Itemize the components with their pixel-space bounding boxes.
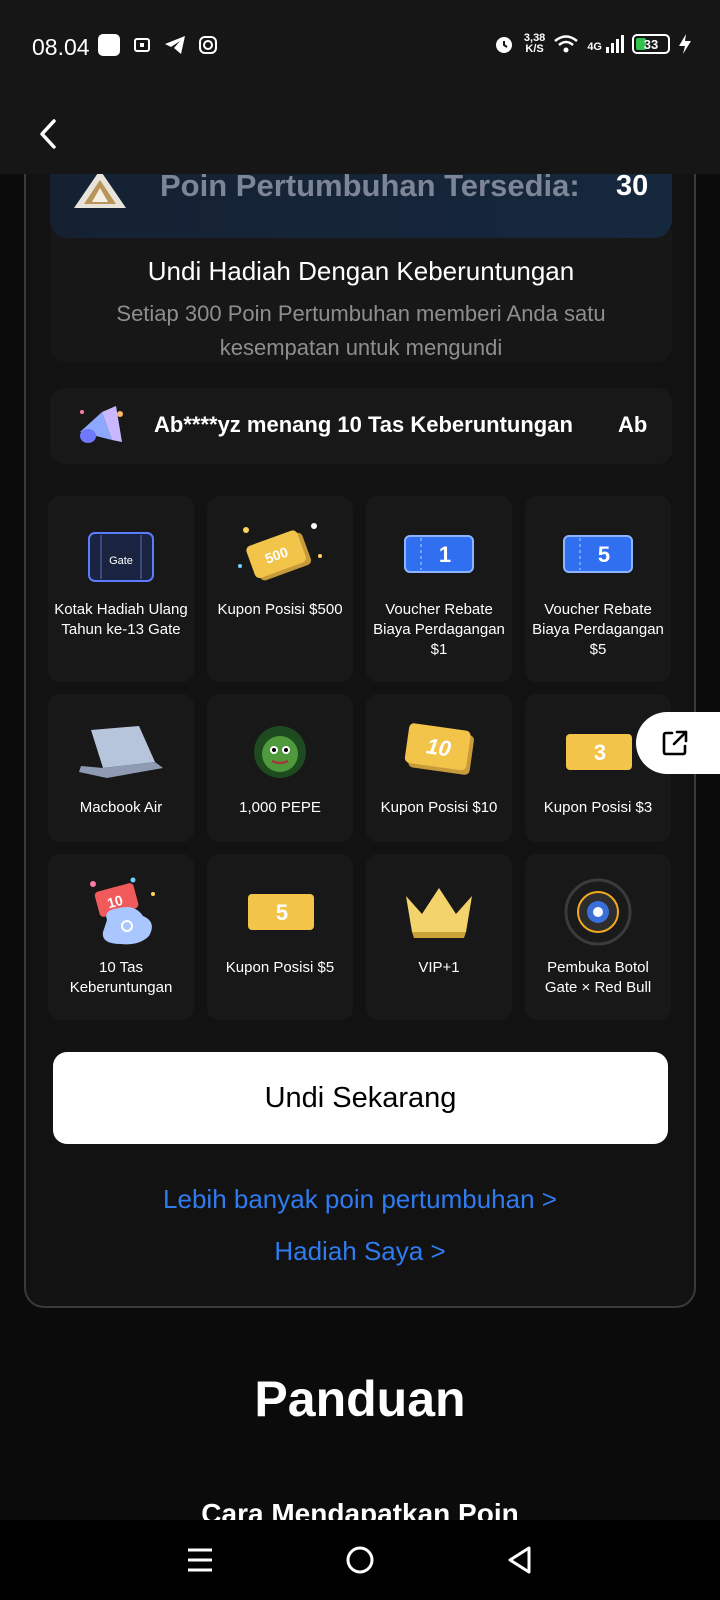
ticker-message: Ab****yz menang 10 Tas Keberuntungan <box>154 412 573 437</box>
svg-text:10: 10 <box>425 733 453 761</box>
coupon-icon: 5 <box>232 874 328 950</box>
growth-points-logo-icon <box>74 170 126 208</box>
app-notification-icon <box>98 34 120 56</box>
ticker-message-next: Ab <box>618 412 648 437</box>
app-header <box>0 94 720 174</box>
instagram-icon <box>199 36 217 54</box>
prize-label: 10 Tas Keberuntungan <box>69 959 173 996</box>
prize-label: Kupon Posisi $3 <box>543 799 653 816</box>
prize-tile: Gate Kotak Hadiah Ulang Tahun ke-13 Gate <box>48 496 194 682</box>
telegram-icon <box>165 36 185 54</box>
prize-tile: 10 Kupon Posisi $10 <box>366 694 512 842</box>
draw-now-button[interactable]: Undi Sekarang <box>53 1052 668 1144</box>
voucher-icon: 1 <box>391 516 487 592</box>
prize-label: Kotak Hadiah Ulang Tahun ke-13 Gate <box>54 601 188 638</box>
media-icon <box>134 38 150 52</box>
prize-label: Pembuka Botol Gate × Red Bull <box>544 959 652 996</box>
system-nav-bar <box>0 1520 720 1600</box>
svg-text:5: 5 <box>276 900 288 925</box>
coupon-icon: 10 <box>391 714 487 790</box>
prize-label: VIP+1 <box>418 959 460 976</box>
cell-signal-icon: 4G <box>587 35 624 53</box>
chevron-left-icon <box>40 119 56 149</box>
net-speed-unit: K/S <box>525 43 544 55</box>
external-link-icon <box>662 730 688 756</box>
battery-icon: 33 <box>632 34 670 54</box>
prize-label: 1,000 PEPE <box>239 799 321 816</box>
more-points-link[interactable]: Lebih banyak poin pertumbuhan > <box>0 1184 720 1215</box>
lucky-bag-icon: 10 <box>73 874 169 950</box>
system-status: 3,38 K/S 4G 33 <box>492 32 692 56</box>
draw-description: Setiap 300 Poin Pertumbuhan memberi Anda… <box>116 301 606 360</box>
wifi-icon <box>554 35 579 53</box>
prize-tile: Macbook Air <box>48 694 194 842</box>
my-prizes-link[interactable]: Hadiah Saya > <box>0 1236 720 1267</box>
menu-icon[interactable] <box>185 1545 215 1575</box>
svg-text:3: 3 <box>594 740 606 765</box>
gift-box-icon: Gate <box>73 516 169 592</box>
megaphone-icon <box>80 406 123 443</box>
tire-icon <box>550 874 646 950</box>
winner-ticker: Ab****yz menang 10 Tas Keberuntungan Ab <box>50 388 672 464</box>
prize-tile: VIP+1 <box>366 854 512 1020</box>
status-time: 08.04 <box>32 34 90 60</box>
prize-tile: 1,000 PEPE <box>207 694 353 842</box>
prize-tile: 1 Voucher Rebate Biaya Perdagangan $1 <box>366 496 512 682</box>
back-nav-icon[interactable] <box>505 1545 535 1575</box>
prize-label: Voucher Rebate Biaya Perdagangan $5 <box>532 601 664 658</box>
laptop-icon <box>73 714 169 790</box>
crown-icon <box>391 874 487 950</box>
points-value: 30 <box>616 170 649 202</box>
prize-grid: Gate Kotak Hadiah Ulang Tahun ke-13 Gate… <box>48 496 674 1020</box>
prize-tile: 10 10 Tas Keberuntungan <box>48 854 194 1020</box>
svg-text:Gate: Gate <box>109 555 133 567</box>
prize-tile: 5 Kupon Posisi $5 <box>207 854 353 1020</box>
back-button[interactable] <box>26 112 70 156</box>
guide-title: Panduan <box>254 1371 466 1427</box>
svg-text:5: 5 <box>598 542 610 567</box>
voucher-icon: 5 <box>550 516 646 592</box>
share-button[interactable] <box>636 712 720 774</box>
network-type: 4G <box>587 41 602 53</box>
pepe-coin-icon <box>232 714 328 790</box>
prize-tile: 500 Kupon Posisi $500 <box>207 496 353 682</box>
prize-tile: Pembuka Botol Gate × Red Bull <box>525 854 671 1020</box>
prize-label: Kupon Posisi $10 <box>380 799 498 816</box>
draw-title: Undi Hadiah Dengan Keberuntungan <box>147 256 575 286</box>
status-bar: 08.04 3,38 K/S 4G 33 <box>0 0 720 94</box>
battery-percent: 33 <box>643 36 659 52</box>
prize-label: Kupon Posisi $500 <box>217 601 343 618</box>
net-speed: 3,38 K/S <box>524 33 545 55</box>
svg-text:1: 1 <box>439 542 451 567</box>
alarm-icon <box>495 37 512 53</box>
notification-icons <box>98 34 218 56</box>
home-icon[interactable] <box>345 1545 375 1575</box>
prize-label: Macbook Air <box>79 799 163 816</box>
prize-label: Kupon Posisi $5 <box>225 959 335 976</box>
coupon-icon: 3 <box>550 714 646 790</box>
prize-label: Voucher Rebate Biaya Perdagangan $1 <box>373 601 505 658</box>
coupon-icon: 500 <box>232 516 328 592</box>
prize-tile: 5 Voucher Rebate Biaya Perdagangan $5 <box>525 496 671 682</box>
charging-icon <box>679 34 691 54</box>
